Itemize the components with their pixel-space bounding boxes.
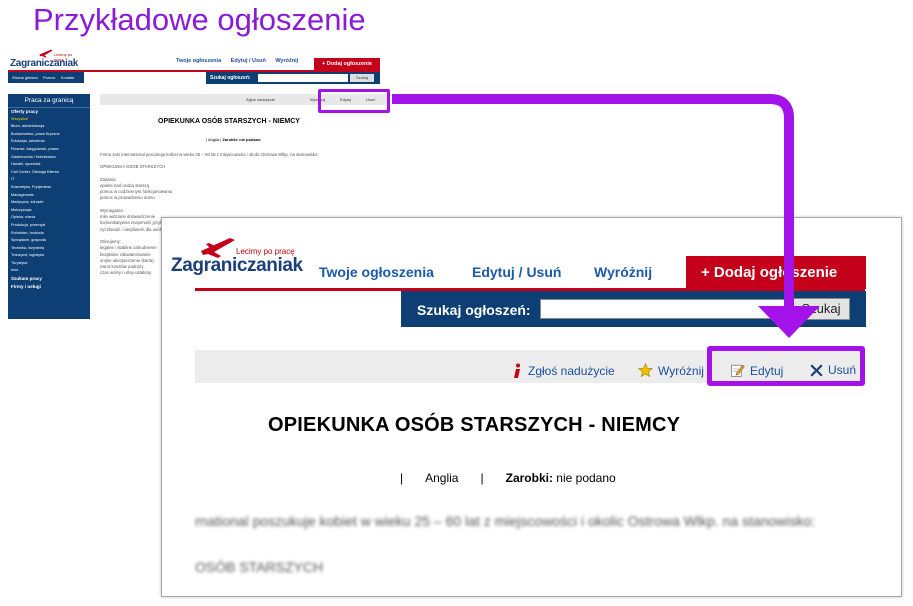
sidebar-item[interactable]: IT — [8, 176, 90, 184]
sidebar-item[interactable]: Motoryzacja — [8, 207, 90, 215]
meta-separator: | — [480, 471, 484, 485]
sidebar-item[interactable]: Sprzątanie, gospoda — [8, 237, 90, 245]
search-input[interactable] — [540, 299, 792, 319]
search-bar: Szukaj ogłoszeń: Szukaj — [401, 291, 866, 327]
small-listing-title: OPIEKUNKA OSÓB STARSZYCH - NIEMCY — [158, 118, 300, 125]
info-icon — [514, 363, 520, 378]
small-nav-highlight[interactable]: Wyróżnij — [275, 58, 298, 64]
small-body-line: OPIEKUNKA OSÓB STARSZYCH — [100, 164, 166, 170]
sidebar-item[interactable]: Technika, inżynieria — [8, 245, 90, 253]
search-label: Szukaj ogłoszeń: — [417, 302, 531, 318]
report-abuse-link[interactable]: Zgłoś nadużycie — [511, 363, 615, 379]
small-main-nav: Strona główna Pomoc Kontakt — [8, 72, 84, 83]
sidebar-item[interactable]: Opieka, niania — [8, 214, 90, 222]
small-nav-home[interactable]: Strona główna — [12, 75, 38, 80]
small-nav-my-ads[interactable]: Twoje ogłoszenia — [176, 58, 221, 64]
listing-body-line: OSÓB STARSZYCH — [195, 559, 324, 575]
highlight-label: Wyróżnij — [658, 363, 704, 378]
nav-highlight[interactable]: Wyróżnij — [594, 264, 652, 280]
add-ad-button[interactable]: + Dodaj ogłoszenie — [686, 256, 866, 289]
sidebar-section-offers[interactable]: Oferty pracy — [8, 108, 90, 116]
plane-icon — [39, 49, 53, 58]
sidebar-item[interactable]: Gastronomia i Hotelarstwo — [8, 154, 90, 162]
sidebar-item[interactable]: Rolnictwo, hodowla — [8, 230, 90, 238]
small-nav-edit[interactable]: Edytuj / Usuń — [231, 58, 266, 64]
edit-delete-highlight-frame — [707, 346, 865, 386]
sidebar-item[interactable]: Produkcja, przemysł — [8, 222, 90, 230]
small-highlight-frame — [318, 89, 390, 113]
star-icon — [638, 363, 653, 378]
salary-value: nie podano — [556, 471, 616, 485]
sidebar-section-seeking[interactable]: Szukam pracy — [8, 275, 90, 283]
sidebar-item[interactable]: Kosmetyka, Fryzjerstwo — [8, 184, 90, 192]
sidebar-item[interactable]: Biuro, administracja — [8, 123, 90, 131]
small-search-label: Szukaj ogłoszeń: — [210, 75, 251, 81]
sidebar-item[interactable]: Wszystkie — [8, 116, 90, 124]
listing-title: OPIEKUNKA OSÓB STARSZYCH - NIEMCY — [268, 414, 681, 436]
sidebar-item[interactable]: Edukacja, szkolenia — [8, 138, 90, 146]
logo-text[interactable]: Zagraniczaniak — [171, 255, 303, 277]
listing-country: Anglia — [425, 471, 459, 485]
sidebar-item[interactable]: Budownictwo, prace fizyczne — [8, 131, 90, 139]
sidebar-item[interactable]: Managerowie — [8, 192, 90, 200]
sidebar-item[interactable]: Transport, logistyka — [8, 252, 90, 260]
small-search-button[interactable]: Szukaj — [350, 74, 374, 82]
sidebar-item[interactable]: Medycyna, zdrowie — [8, 199, 90, 207]
sidebar-section-firms[interactable]: Firmy i usługi — [8, 283, 90, 291]
small-sidebar-title: Praca za granicą — [8, 94, 90, 108]
small-meta-sep: | — [206, 137, 208, 142]
small-add-button[interactable]: + Dodaj ogłoszenie — [314, 58, 380, 70]
small-meta-salary-label: Zarobki: — [222, 137, 239, 142]
sidebar-item[interactable]: Call Center, Obsługa Klienta — [8, 169, 90, 177]
sidebar-item[interactable]: Inne — [8, 267, 90, 275]
page-heading: Przykładowe ogłoszenie — [33, 2, 366, 37]
small-meta-country: Anglia — [207, 137, 220, 142]
small-report-link[interactable]: Zgłoś nadużycie — [246, 97, 275, 102]
small-meta-salary-value: nie podano — [239, 137, 261, 142]
nav-my-ads[interactable]: Twoje ogłoszenia — [319, 264, 434, 280]
small-nav-contact[interactable]: Kontakt — [61, 75, 75, 80]
nav-edit-delete[interactable]: Edytuj / Usuń — [472, 264, 561, 280]
sidebar-item[interactable]: Handel, sprzedaż — [8, 161, 90, 169]
small-search-input[interactable] — [258, 74, 348, 82]
small-body-line: pomoc w prowadzeniu domu — [100, 195, 155, 201]
highlight-link[interactable]: Wyróżnij — [638, 363, 704, 378]
report-abuse-label: Zgłoś nadużycie — [528, 364, 615, 378]
small-logo[interactable]: Lecimy po pracę Zagraniczaniak — [10, 48, 82, 70]
salary-label: Zarobki: — [505, 471, 553, 485]
listing-body-line: rnational poszukuje kobiet w wieku 25 – … — [195, 513, 816, 529]
listing-meta: | Anglia | Zarobki: nie podano — [400, 471, 616, 485]
small-listing-meta: | Anglia | Zarobki: nie podano — [206, 137, 261, 142]
sidebar-item[interactable]: Turystyka — [8, 260, 90, 268]
small-nav-help[interactable]: Pomoc — [43, 75, 55, 80]
search-button[interactable]: Szukaj — [792, 298, 850, 320]
meta-separator: | — [400, 471, 404, 485]
small-top-nav: Twoje ogłoszenia Edytuj / Usuń Wyróżnij — [176, 58, 306, 64]
small-search-bar: Szukaj ogłoszeń: Szukaj — [206, 72, 380, 84]
sidebar-item[interactable]: Finanse, księgowość, prawo — [8, 146, 90, 154]
small-logo-text: Zagraniczaniak — [10, 58, 79, 69]
zoomed-screenshot: Lecimy po pracę Zagraniczaniak Twoje ogł… — [161, 217, 902, 597]
small-sidebar: Praca za granicą Oferty pracy Wszystkie … — [8, 94, 90, 319]
small-body-line: Firma Jani international poszukuje kobie… — [100, 152, 319, 157]
